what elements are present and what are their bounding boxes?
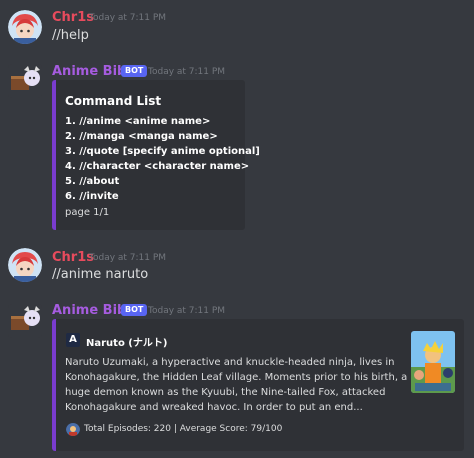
- message-2: Anime Bible BOT Today at 7:11 PM Command…: [0, 60, 474, 240]
- anime-thumbnail[interactable]: [411, 331, 455, 393]
- command-item: 5. //about: [65, 176, 120, 187]
- user-avatar[interactable]: [8, 10, 42, 44]
- anilist-icon: A: [66, 333, 80, 347]
- message-1: Chr1s Today at 7:11 PM //help: [0, 0, 474, 52]
- command-item: 1. //anime <anime name>: [65, 116, 211, 127]
- anime-info-embed: A Naruto (ナルト) Naruto Uzumaki, a hyperac…: [52, 319, 464, 451]
- bot-avatar[interactable]: [8, 304, 42, 338]
- bot-avatar[interactable]: [8, 64, 42, 98]
- message-timestamp: Today at 7:11 PM: [148, 67, 226, 77]
- embed-author[interactable]: Naruto (ナルト): [86, 334, 167, 349]
- bot-badge: BOT: [121, 304, 148, 316]
- embed-footer: page 1/1: [65, 207, 110, 218]
- command-item: 2. //manga <manga name>: [65, 131, 218, 142]
- message-username[interactable]: Chr1s: [52, 250, 94, 265]
- command-item: 4. //character <character name>: [65, 161, 250, 172]
- chat-messages: Chr1s Today at 7:11 PM //help Anime Bibl…: [0, 0, 474, 458]
- embed-title: Command List: [65, 94, 162, 108]
- embed-description-line: huge demon known as the Kyuubi, the Nine…: [65, 387, 386, 398]
- embed-description-line: Konohagakure and wreaked havoc. In order…: [65, 402, 363, 413]
- bot-badge: BOT: [121, 65, 148, 77]
- command-item: 3. //quote [specify anime optional]: [65, 146, 260, 157]
- embed-description-line: Konohagakure, the Hidden Leaf village. M…: [65, 372, 408, 383]
- message-timestamp: Today at 7:11 PM: [148, 306, 226, 316]
- user-avatar[interactable]: [8, 248, 42, 282]
- message-4: Anime Bible BOT Today at 7:11 PM A Narut…: [0, 298, 474, 458]
- footer-icon: [66, 422, 80, 436]
- message-timestamp: Today at 7:11 PM: [89, 253, 167, 263]
- embed-footer: Total Episodes: 220 | Average Score: 79/…: [84, 424, 283, 434]
- message-timestamp: Today at 7:11 PM: [89, 13, 167, 23]
- message-username[interactable]: Chr1s: [52, 10, 94, 25]
- embed-description-line: Naruto Uzumaki, a hyperactive and knuckl…: [65, 357, 395, 368]
- message-content: //anime naruto: [52, 267, 149, 282]
- command-item: 6. //invite: [65, 191, 119, 202]
- message-content: //help: [52, 28, 89, 43]
- command-list-embed: Command List 1. //anime <anime name> 2. …: [52, 80, 260, 230]
- message-3: Chr1s Today at 7:11 PM //anime naruto: [0, 242, 474, 292]
